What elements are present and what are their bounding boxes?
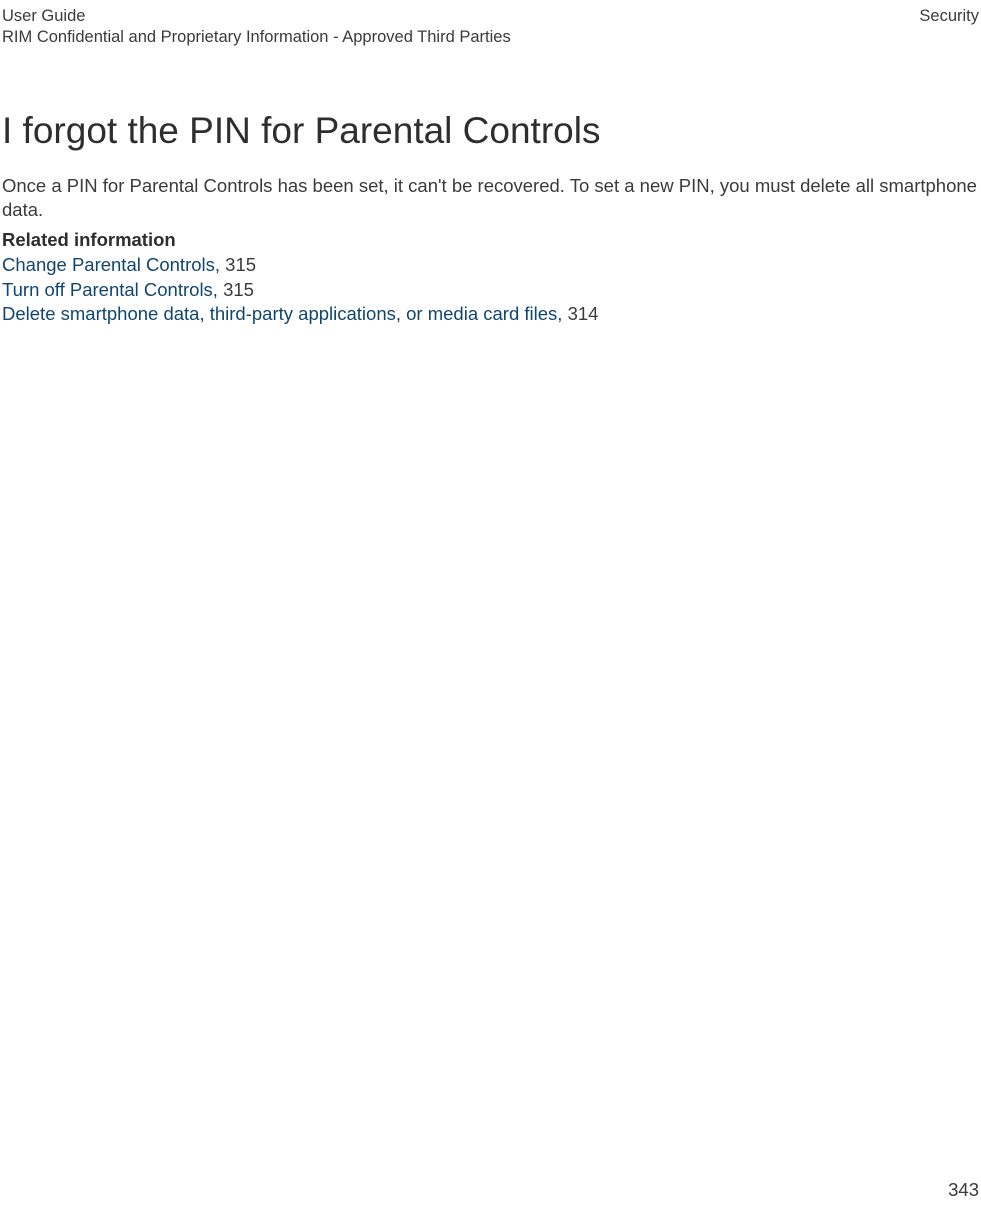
header-section-name: Security — [919, 6, 979, 27]
related-link-item: Turn off Parental Controls, 315 — [2, 278, 979, 302]
page-content: I forgot the PIN for Parental Controls O… — [2, 110, 979, 327]
related-link-item: Delete smartphone data, third-party appl… — [2, 302, 979, 326]
header-confidentiality: RIM Confidential and Proprietary Informa… — [2, 27, 511, 48]
related-information-list: Change Parental Controls, 315 Turn off P… — [2, 253, 979, 326]
page-header: User Guide RIM Confidential and Propriet… — [2, 6, 979, 47]
page-number: 343 — [948, 1179, 979, 1201]
related-link-delete-smartphone-data[interactable]: Delete smartphone data, third-party appl… — [2, 303, 568, 324]
related-link-item: Change Parental Controls, 315 — [2, 253, 979, 277]
header-left-block: User Guide RIM Confidential and Propriet… — [2, 6, 511, 47]
related-link-page: 315 — [225, 254, 256, 275]
related-information-heading: Related information — [2, 229, 979, 251]
related-link-page: 314 — [568, 303, 599, 324]
related-link-page: 315 — [223, 279, 254, 300]
related-link-change-parental-controls[interactable]: Change Parental Controls, — [2, 254, 225, 275]
topic-title: I forgot the PIN for Parental Controls — [2, 110, 979, 152]
document-page: User Guide RIM Confidential and Propriet… — [0, 0, 981, 1213]
related-link-turn-off-parental-controls[interactable]: Turn off Parental Controls, — [2, 279, 223, 300]
header-doc-title: User Guide — [2, 6, 511, 27]
topic-paragraph: Once a PIN for Parental Controls has bee… — [2, 174, 979, 221]
